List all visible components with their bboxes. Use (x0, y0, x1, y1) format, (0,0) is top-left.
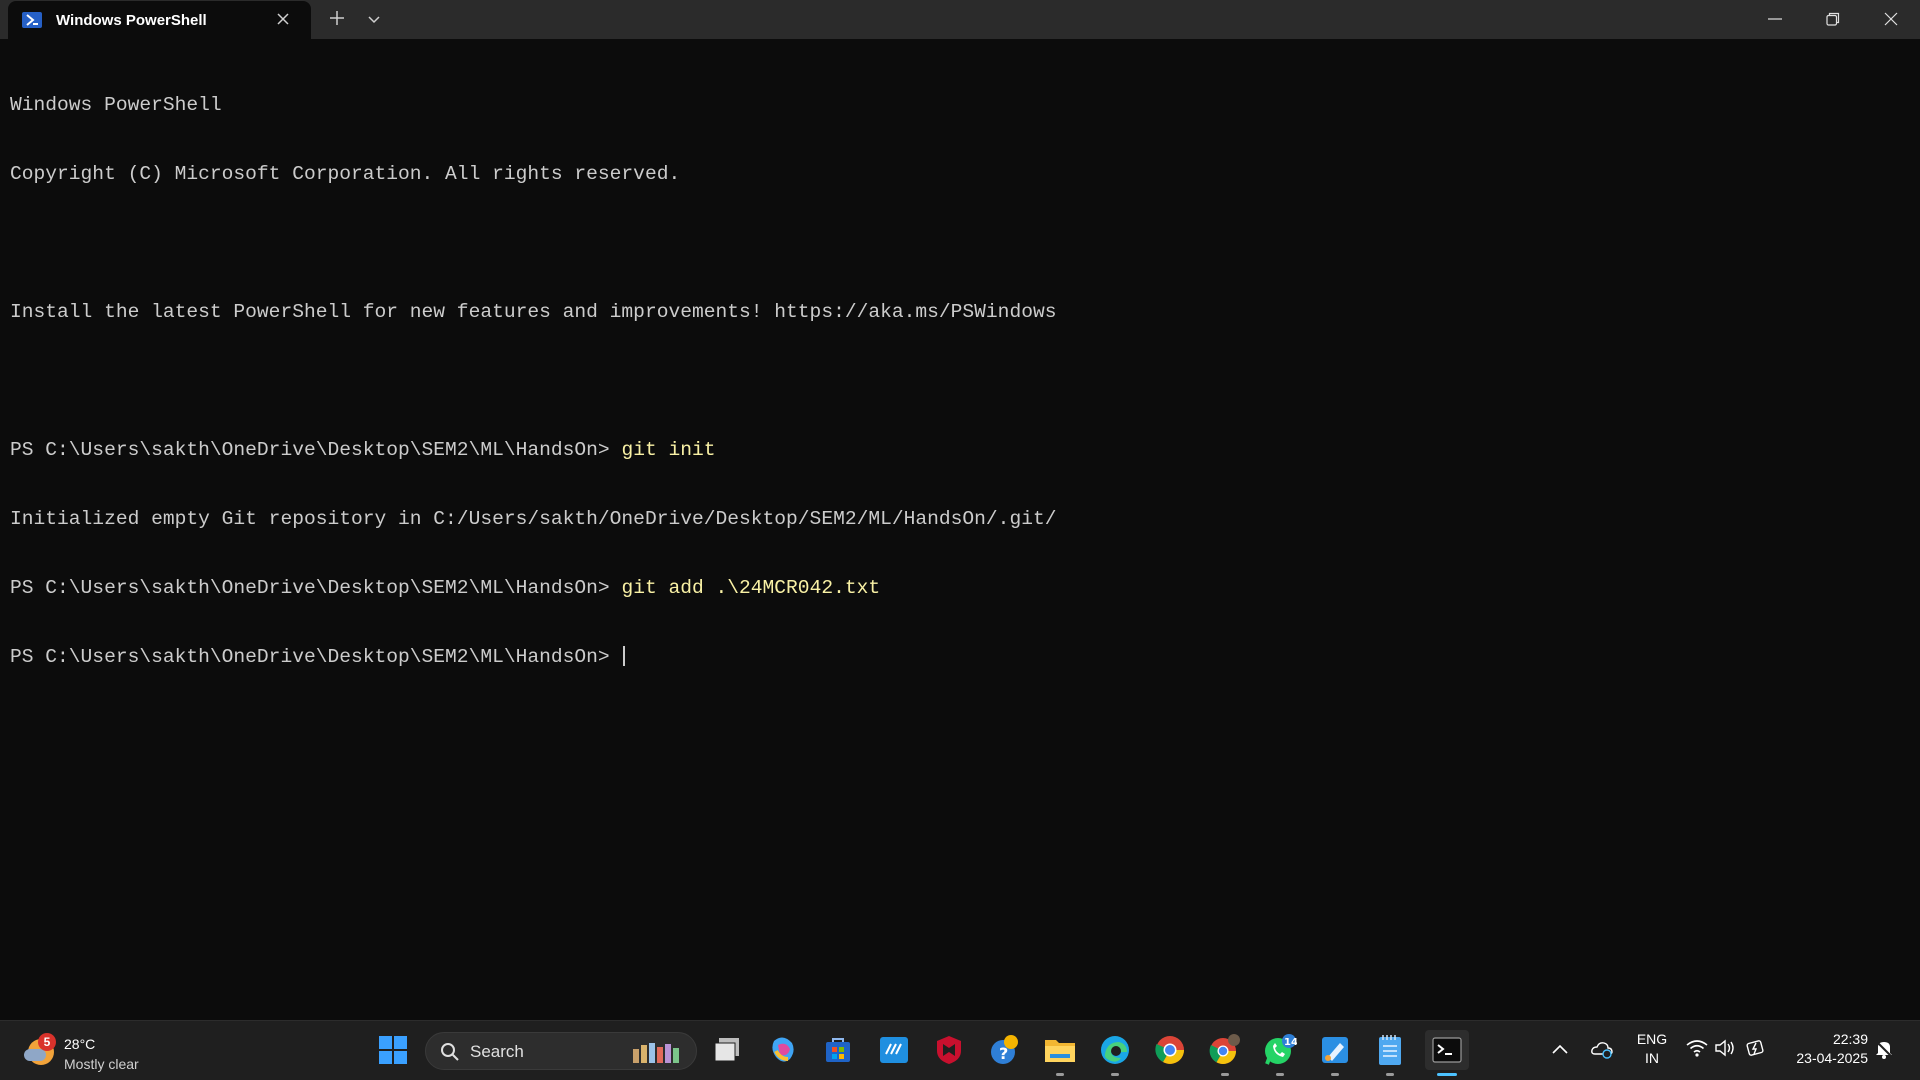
terminal-line: Initialized empty Git repository in C:/U… (10, 508, 1057, 530)
weather-temperature: 28°C (64, 1036, 96, 1052)
file-explorer-icon (1045, 1040, 1075, 1062)
prompt: PS C:\Users\sakth\OneDrive\Desktop\SEM2\… (10, 646, 622, 668)
onedrive-tray-button[interactable] (1590, 1039, 1614, 1064)
close-window-button[interactable] (1862, 0, 1920, 38)
weather-condition: Mostly clear (64, 1056, 139, 1072)
volume-button[interactable] (1714, 1039, 1736, 1062)
running-indicator (1386, 1073, 1394, 1076)
running-indicator (1056, 1073, 1064, 1076)
plus-icon (330, 11, 344, 25)
bell-icon (1875, 1040, 1893, 1059)
clock-date: 23-04-2025 (1796, 1050, 1868, 1066)
start-button[interactable] (373, 1030, 413, 1070)
terminal-line: PS C:\Users\sakth\OneDrive\Desktop\SEM2\… (10, 577, 1910, 600)
edge-button[interactable] (1095, 1030, 1135, 1076)
terminal-line: Copyright (C) Microsoft Corporation. All… (10, 163, 681, 185)
chevron-up-icon (1552, 1044, 1568, 1054)
input-language-button[interactable]: ENG IN (1632, 1030, 1672, 1068)
running-indicator (1331, 1073, 1339, 1076)
notepad-icon (1379, 1035, 1401, 1065)
clock-time: 22:39 (1832, 1031, 1868, 1047)
paint-button[interactable] (1315, 1030, 1355, 1076)
prompt: PS C:\Users\sakth\OneDrive\Desktop\SEM2\… (10, 577, 622, 599)
get-help-icon: ? (991, 1035, 1018, 1064)
minimize-icon (1768, 18, 1782, 20)
notifications-button[interactable] (1874, 1039, 1894, 1064)
myhp-button[interactable] (874, 1030, 914, 1070)
language-code: ENG (1636, 1031, 1668, 1047)
task-view-button[interactable] (707, 1030, 747, 1070)
command: git init (621, 439, 716, 461)
battery-charging-icon (1746, 1040, 1764, 1056)
onedrive-sync-icon (1591, 1042, 1613, 1059)
task-view-icon (714, 1038, 739, 1062)
microsoft-store-button[interactable] (818, 1030, 858, 1070)
taskbar: 5 28°C Mostly clear Search ? 14 ENG IN 2… (0, 1020, 1920, 1080)
search-highlight-icon (633, 1043, 679, 1063)
running-indicator (1111, 1073, 1119, 1076)
terminal-line: Windows PowerShell (10, 94, 222, 116)
show-hidden-icons-button[interactable] (1552, 1041, 1568, 1059)
terminal-output[interactable]: Windows PowerShell Copyright (C) Microso… (10, 48, 1910, 692)
powershell-icon (22, 12, 42, 28)
terminal-line: Install the latest PowerShell for new fe… (10, 301, 1057, 323)
speaker-icon (1715, 1039, 1734, 1057)
weather-widget[interactable]: 5 28°C Mostly clear (20, 1027, 160, 1075)
wifi-button[interactable] (1686, 1039, 1708, 1062)
title-bar: Windows PowerShell (0, 0, 1920, 39)
new-tab-button[interactable] (324, 7, 350, 31)
chrome-button[interactable] (1150, 1030, 1190, 1070)
chrome-profile-icon (1209, 1034, 1240, 1065)
get-help-button[interactable]: ? (985, 1030, 1025, 1070)
close-tab-button[interactable] (273, 9, 293, 29)
whatsapp-badge: 14 (1284, 1037, 1297, 1048)
prompt: PS C:\Users\sakth\OneDrive\Desktop\SEM2\… (10, 439, 622, 461)
myhp-icon (880, 1037, 908, 1063)
notepad-button[interactable] (1370, 1030, 1410, 1076)
whatsapp-button[interactable]: 14 (1260, 1030, 1300, 1076)
chevron-down-icon (368, 16, 380, 24)
tab-windows-powershell[interactable]: Windows PowerShell (8, 1, 311, 39)
microsoft-store-icon (826, 1038, 850, 1062)
running-indicator (1276, 1073, 1284, 1076)
command: git add .\24MCR042.txt (621, 577, 881, 599)
clock-button[interactable]: 22:39 23-04-2025 (1782, 1030, 1868, 1068)
chrome-profile-button[interactable] (1205, 1030, 1245, 1076)
search-label: Search (470, 1042, 524, 1061)
search-icon (441, 1043, 459, 1061)
edge-icon (1101, 1036, 1129, 1064)
close-icon (1884, 12, 1898, 26)
mcafee-button[interactable] (929, 1030, 969, 1070)
close-icon (277, 13, 289, 25)
minimize-button[interactable] (1746, 0, 1804, 38)
text-cursor (623, 646, 626, 666)
region-code: IN (1645, 1050, 1659, 1066)
paint-icon (1322, 1037, 1348, 1063)
terminal-line: PS C:\Users\sakth\OneDrive\Desktop\SEM2\… (10, 439, 1910, 462)
cloud-icon (24, 1049, 46, 1061)
wifi-icon (1686, 1040, 1708, 1057)
tab-dropdown-button[interactable] (362, 8, 386, 32)
weather-badge: 5 (38, 1033, 56, 1051)
start-icon (379, 1036, 407, 1064)
svg-text:?: ? (999, 1044, 1008, 1063)
restore-button[interactable] (1804, 0, 1862, 38)
battery-button[interactable] (1744, 1039, 1768, 1062)
chrome-icon (1155, 1036, 1184, 1064)
whatsapp-icon: 14 (1265, 1034, 1297, 1065)
mcafee-icon (937, 1036, 961, 1064)
tab-title: Windows PowerShell (56, 11, 207, 29)
active-indicator (1437, 1073, 1457, 1076)
copilot-icon (772, 1037, 794, 1062)
taskbar-search[interactable]: Search (425, 1032, 697, 1070)
terminal-icon (1432, 1037, 1462, 1063)
terminal-button[interactable] (1425, 1030, 1469, 1076)
file-explorer-button[interactable] (1040, 1030, 1080, 1076)
restore-icon (1826, 12, 1840, 26)
copilot-button[interactable] (763, 1030, 803, 1070)
running-indicator (1221, 1073, 1229, 1076)
terminal-line: PS C:\Users\sakth\OneDrive\Desktop\SEM2\… (10, 646, 1910, 669)
